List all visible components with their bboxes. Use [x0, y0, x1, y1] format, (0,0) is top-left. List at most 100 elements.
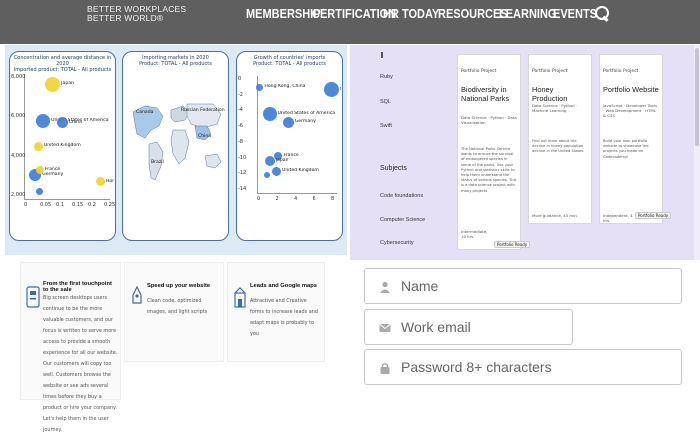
bubble-france[interactable]	[35, 165, 44, 174]
x-tick: 6	[312, 196, 316, 202]
chart-1-title-line1: Concentration and average distance in 20…	[13, 55, 112, 67]
y-tick: 0	[238, 76, 242, 82]
y-tick: -2	[238, 91, 243, 98]
feature-description: Attractive and Creative forms to increas…	[250, 298, 318, 337]
y-tick: -12	[238, 170, 247, 177]
work-email-field[interactable]	[364, 309, 582, 345]
filter-sql[interactable]: SQL	[380, 99, 391, 105]
sale-funnel-icon	[26, 286, 40, 308]
bubble-china[interactable]	[56, 117, 68, 129]
feature-title: From the first touchpoint to the sale	[43, 281, 112, 293]
subject-code-foundations[interactable]: Code foundations	[380, 193, 423, 199]
card-meta: Data Science · Python · Data Visualizati…	[461, 115, 517, 125]
user-icon	[380, 281, 390, 293]
bubble-hong-kong-china[interactable]	[95, 177, 105, 187]
nav-events[interactable]: EVENTS	[553, 7, 597, 21]
bubble-united-kingdom[interactable]	[272, 166, 281, 176]
card-description: The National Parks Service wants to ensu…	[461, 147, 517, 193]
y-tick: -10	[238, 154, 247, 161]
trade-charts-panel: Concentration and average distance in 20…	[5, 45, 347, 255]
chart-1-title-line2: Imported product: TOTAL - All products	[13, 67, 112, 73]
y-tick: 6,000	[11, 113, 26, 120]
feature-description: Big screen desktops users continue to be…	[43, 295, 118, 433]
bubble-label: Germany	[294, 119, 316, 125]
feature-title: Leads and Google maps	[250, 283, 318, 289]
x-tick: 0.05	[40, 202, 52, 208]
password-input[interactable]	[401, 350, 582, 384]
card-tag: Portfolio Project	[461, 69, 497, 74]
bubble-label: Germany	[42, 171, 64, 177]
map-label-brazil: Brazil	[151, 160, 164, 165]
bubble-china[interactable]	[323, 82, 339, 98]
y-tick: -14	[238, 186, 247, 192]
panel-scrollbar-thumb[interactable]	[695, 48, 699, 146]
bubble-label: Hong Kong, China	[105, 178, 114, 184]
bubble-label: France	[283, 152, 299, 158]
project-card-biodiversity[interactable]: Portfolio Project Biodiversity in Nation…	[457, 54, 531, 250]
bubble-united-states-of-america[interactable]	[262, 107, 277, 122]
building-icon	[234, 287, 246, 308]
filter-ruby[interactable]: Ruby	[380, 74, 393, 80]
subjects-heading: Subjects	[380, 165, 407, 172]
site-logo[interactable]: BETTER WORKPLACES BETTER WORLD®	[87, 5, 186, 23]
importing-markets-map-card: Importing markets in 2020 Product: TOTAL…	[122, 51, 229, 241]
search-icon[interactable]	[595, 6, 609, 22]
project-card-honey[interactable]: Portfolio Project Honey Production Data …	[528, 54, 592, 224]
x-tick: 0.2	[88, 202, 96, 208]
signup-form	[350, 260, 700, 400]
lock-icon	[380, 363, 390, 374]
card-footer: Intermediate, 10 hrs	[461, 229, 488, 239]
map-label-china: China	[198, 134, 212, 139]
x-tick: 4	[294, 196, 298, 202]
feature-card-speed: Speed up your website Clean code, optimi…	[124, 262, 224, 362]
features-strip: From the first touchpoint to the sale Bi…	[0, 258, 350, 433]
portfolio-ready-badge: Portfolio Ready	[635, 212, 672, 219]
chart-3-title-line2: Product: TOTAL - All products	[253, 61, 326, 67]
card-description: Find out more about the decline in honey…	[532, 139, 585, 154]
rocket-icon	[132, 285, 142, 304]
x-tick: 8	[331, 196, 335, 202]
bubble-label: Japan	[275, 158, 289, 164]
y-tick: 2,000	[11, 192, 26, 198]
nav-hr-today[interactable]: HR TODAY	[383, 7, 439, 21]
nav-resources[interactable]: RESOURCES	[438, 7, 508, 21]
x-tick: 0.1	[56, 202, 64, 208]
map-africa	[170, 129, 190, 165]
subject-cybersecurity[interactable]: Cybersecurity	[380, 240, 414, 246]
bubble-germany[interactable]	[282, 116, 294, 128]
work-email-input[interactable]	[401, 310, 582, 344]
concentration-chart-card: Concentration and average distance in 20…	[9, 51, 116, 241]
logo-line-2: BETTER WORLD®	[87, 13, 164, 23]
y-tick: 8,000	[11, 74, 26, 80]
import-growth-chart-card: Growth of countries' imports Product: TO…	[236, 51, 343, 241]
top-navigation-bar: BETTER WORKPLACES BETTER WORLD® MEMBERSH…	[0, 0, 700, 44]
filter-swift[interactable]: Swift	[380, 123, 392, 129]
subject-computer-science[interactable]: Computer Science	[380, 217, 425, 223]
feature-card-touchpoint: From the first touchpoint to the sale Bi…	[20, 262, 121, 433]
y-tick: -6	[238, 123, 243, 130]
chart-3-title: Growth of countries' imports Product: TO…	[239, 55, 340, 67]
map-label-canada: Canada	[136, 110, 154, 115]
feature-description: Clean code, optimized images, and light …	[147, 298, 208, 315]
bubble-label: Hong Kong, China	[264, 84, 306, 90]
bubble-japan[interactable]	[45, 76, 61, 92]
bubble-united-kingdom[interactable]	[33, 141, 43, 151]
chart-2-title: Importing markets in 2020 Product: TOTAL…	[125, 55, 226, 67]
password-field[interactable]	[364, 349, 682, 385]
bubble-japan[interactable]	[264, 156, 275, 167]
name-field[interactable]	[364, 268, 682, 304]
x-tick: 0.15	[72, 202, 84, 208]
bubble-label: China	[68, 119, 82, 125]
nav-membership[interactable]: MEMBERSHIP	[246, 7, 321, 21]
x-tick: 0.25	[104, 202, 116, 208]
map-label-russia: Russian Federation	[181, 108, 225, 113]
nav-learning[interactable]: LEARNING	[499, 7, 556, 21]
feature-card-leads: Leads and Google maps Attractive and Cre…	[227, 262, 325, 362]
card-description: Build your own portfolio website to show…	[603, 139, 649, 159]
bubble-label: United States of America	[277, 111, 336, 117]
card-title: Honey Production	[532, 85, 568, 103]
project-card-portfolio-website[interactable]: Portfolio Project Portfolio Website Java…	[599, 54, 672, 224]
bubble-unlabeled-7[interactable]	[263, 171, 270, 178]
panel-marker	[381, 52, 383, 58]
name-input[interactable]	[401, 269, 582, 303]
